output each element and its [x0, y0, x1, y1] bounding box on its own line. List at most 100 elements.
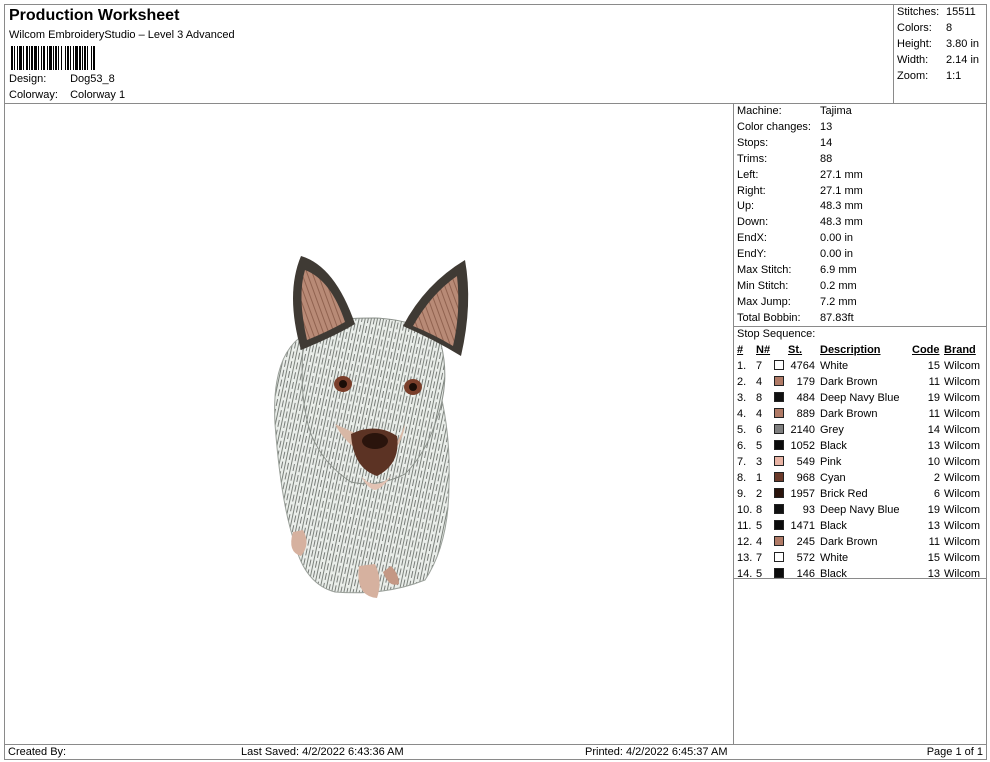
row-brand: Wilcom [944, 552, 981, 564]
color-swatch [774, 536, 784, 546]
machine-info-row: EndX: 0.00 in [737, 232, 853, 244]
machine-info-row: EndY: 0.00 in [737, 248, 853, 260]
machine-info-label: Stops: [737, 136, 769, 149]
color-swatch [774, 360, 784, 370]
col-swatch [774, 342, 788, 358]
machine-info-row: Min Stitch: 0.2 mm [737, 280, 857, 292]
row-description: White [820, 360, 849, 372]
col-description: Description [820, 344, 881, 356]
row-code: 15 [927, 552, 940, 564]
swatch-cell [774, 566, 788, 582]
row-stitches: 93 [802, 504, 815, 516]
stat-value: 15511 [946, 6, 976, 18]
machine-info-value: Tajima [820, 105, 852, 117]
worksheet-header: Production Worksheet Wilcom EmbroiderySt… [5, 5, 895, 104]
color-swatch [774, 376, 784, 386]
stat-label: Width: [897, 54, 929, 66]
color-swatch [774, 488, 784, 498]
stop-sequence-row: 9. 2 1957 Brick Red 6 Wilcom [734, 486, 987, 502]
row-index: 9. [737, 488, 747, 500]
row-index: 4. [737, 408, 747, 420]
row-description: Dark Brown [820, 408, 878, 420]
row-index: 13. [737, 552, 753, 564]
colorway-label: Colorway: [9, 89, 58, 101]
row-code: 11 [928, 408, 940, 420]
row-code: 13 [927, 520, 940, 532]
row-code: 11 [928, 376, 940, 388]
row-stitches: 572 [796, 552, 815, 564]
row-description: Pink [820, 456, 842, 468]
stat-row: Colors: 8 [897, 22, 985, 34]
machine-info-label: Max Jump: [737, 295, 791, 308]
barcode-bar [95, 46, 96, 70]
machine-info-value: 14 [820, 136, 833, 149]
machine-info-value: 88 [820, 152, 833, 165]
machine-info-row: Color changes: 13 [737, 121, 832, 133]
page-number: Page 1 of 1 [926, 746, 983, 758]
color-swatch [774, 568, 784, 578]
row-index: 3. [737, 392, 747, 404]
row-stitches: 1052 [790, 440, 815, 452]
page-title: Production Worksheet [9, 7, 180, 24]
swatch-cell [774, 502, 788, 518]
row-code: 2 [933, 472, 940, 484]
worksheet-footer: Created By: Last Saved: 4/2/2022 6:43:36… [5, 744, 986, 760]
stop-sequence-title: Stop Sequence: [734, 326, 987, 340]
stop-sequence-row: 11. 5 1471 Black 13 Wilcom [734, 518, 987, 534]
machine-info-row: Right: 27.1 mm [737, 185, 863, 197]
barcode-image [11, 46, 127, 70]
divider [734, 578, 987, 579]
row-stitches: 1471 [790, 520, 815, 532]
row-brand: Wilcom [944, 456, 981, 468]
machine-info-label: EndX: [737, 232, 767, 245]
machine-info-label: Right: [737, 184, 766, 197]
swatch-cell [774, 438, 788, 454]
machine-info-row: Max Jump: 7.2 mm [737, 296, 857, 308]
machine-info-value: 13 [820, 120, 833, 133]
stat-label: Height: [897, 38, 932, 50]
stop-sequence-row: 14. 5 146 Black 13 Wilcom [734, 566, 987, 582]
machine-info-row: Total Bobbin: 87.83ft [737, 312, 854, 324]
machine-info-value: 27.1 mm [820, 168, 863, 181]
printed-date: Printed: 4/2/2022 6:45:37 AM [585, 746, 728, 758]
swatch-cell [774, 374, 788, 390]
machine-info-label: Left: [737, 168, 759, 181]
software-name: Wilcom EmbroideryStudio – Level 3 Advanc… [9, 29, 235, 41]
stat-value: 3.80 in [946, 38, 980, 50]
swatch-cell [774, 390, 788, 406]
row-brand: Wilcom [944, 568, 981, 580]
machine-info-label: EndY: [737, 248, 767, 261]
stat-row: Width: 2.14 in [897, 54, 985, 66]
machine-info-label: Machine: [737, 105, 782, 117]
machine-info-row: Max Stitch: 6.9 mm [737, 264, 857, 276]
color-swatch [774, 456, 784, 466]
row-stitches: 4764 [790, 360, 815, 372]
machine-info-value: 48.3 mm [820, 216, 863, 229]
row-code: 14 [927, 424, 940, 436]
dog-embroidery-image [274, 256, 469, 598]
row-brand: Wilcom [944, 536, 981, 548]
stat-row: Stitches: 15511 [897, 6, 985, 18]
design-label: Design: [9, 73, 47, 85]
stat-value: 1:1 [946, 70, 962, 82]
row-needle: 6 [756, 424, 763, 436]
stop-sequence-row: 4. 4 889 Dark Brown 11 Wilcom [734, 406, 987, 422]
color-swatch [774, 520, 784, 530]
col-brand: Brand [944, 344, 976, 356]
col-code: Code [912, 344, 940, 356]
machine-info-value: 0.00 in [820, 232, 854, 245]
production-worksheet: Production Worksheet Wilcom EmbroiderySt… [4, 4, 987, 760]
row-brand: Wilcom [944, 472, 981, 484]
color-swatch [774, 440, 784, 450]
row-index: 2. [737, 376, 747, 388]
row-brand: Wilcom [944, 520, 981, 532]
row-description: Black [820, 568, 847, 580]
row-needle: 7 [756, 552, 763, 564]
machine-info-row: Left: 27.1 mm [737, 169, 863, 181]
stat-label: Stitches: [897, 6, 940, 18]
row-brand: Wilcom [944, 440, 981, 452]
machine-info-label: Min Stitch: [737, 279, 789, 292]
design-row: Design: Dog53_8 [9, 73, 115, 85]
design-preview [5, 104, 734, 744]
row-index: 10. [737, 504, 753, 516]
